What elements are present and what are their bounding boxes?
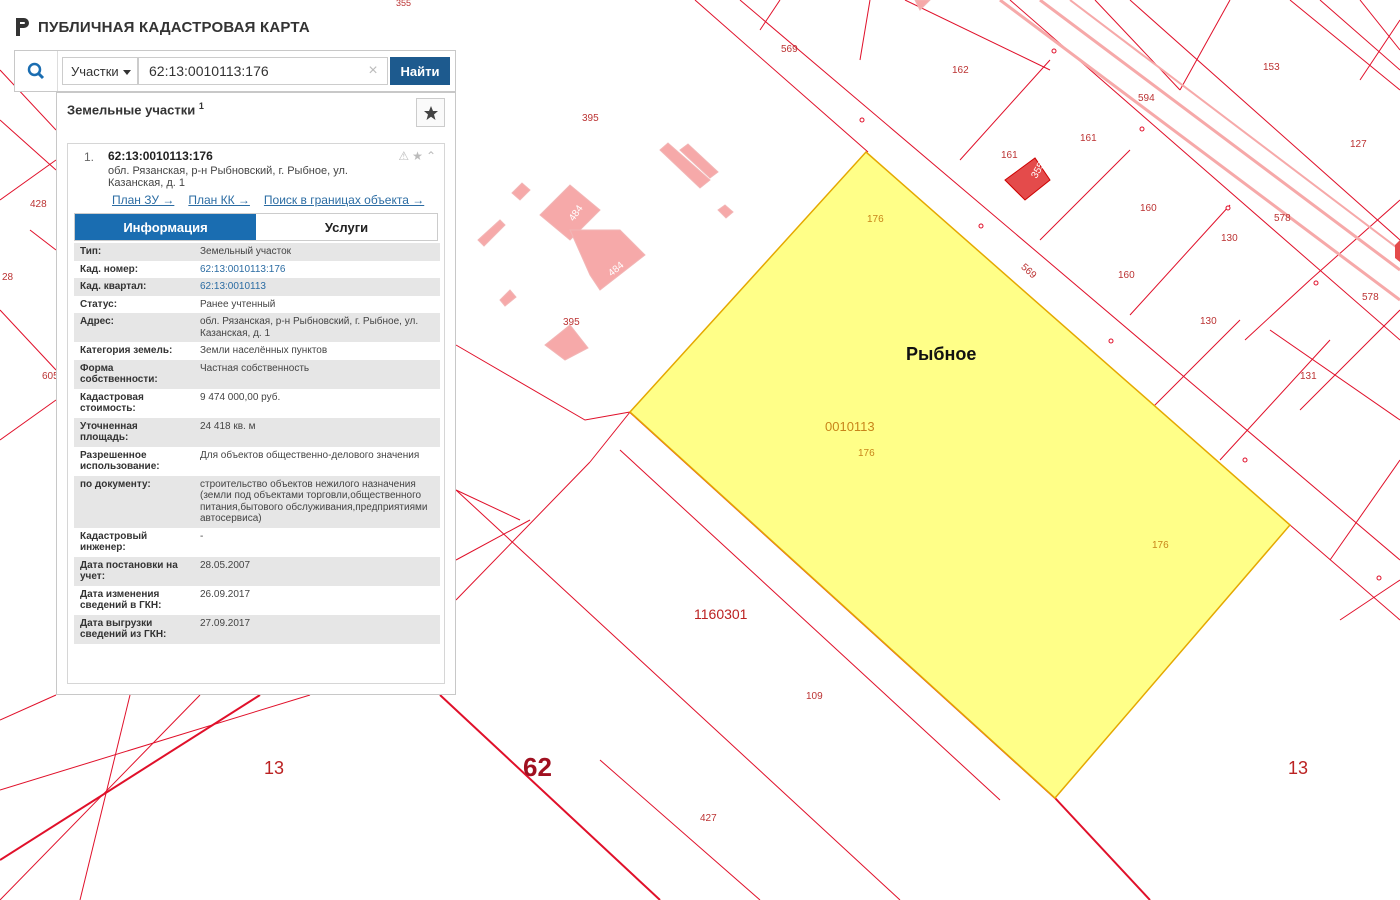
plan-kk-link[interactable]: План КК → <box>188 193 250 207</box>
warning-icon[interactable]: ⚠ <box>398 149 409 163</box>
star-icon <box>423 105 438 120</box>
tab-services[interactable]: Услуги <box>256 214 437 240</box>
info-key: Кадастровый инженер: <box>74 527 194 557</box>
info-key: Кад. номер: <box>74 260 194 278</box>
info-value: обл. Рязанская, р-н Рыбновский, г. Рыбно… <box>194 313 440 342</box>
info-value[interactable]: 62:13:0010113:176 <box>194 260 440 278</box>
info-row: Дата выгрузки сведений из ГКН: 27.09.2017 <box>74 614 440 644</box>
result-count: 1 <box>198 101 204 111</box>
card-tools: ⚠ ★ ⌃ <box>398 149 436 163</box>
info-table: Тип: Земельный участок Кад. номер: 62:13:00… <box>74 243 440 644</box>
info-key: Уточненная площадь: <box>74 417 194 447</box>
favorite-button[interactable] <box>416 98 445 127</box>
info-row: Кадастровая стоимость: 9 474 000,00 руб. <box>74 388 440 418</box>
info-key: Форма собственности: <box>74 359 194 389</box>
info-key: Кадастровая стоимость: <box>74 388 194 418</box>
chevron-up-icon[interactable]: ⌃ <box>426 149 436 163</box>
search-in-bounds-link[interactable]: Поиск в границах объекта → <box>264 193 424 207</box>
info-row: Дата изменения сведений в ГКН: 26.09.2017 <box>74 585 440 615</box>
info-row: Адрес: обл. Рязанская, р-н Рыбновский, г.… <box>74 313 440 342</box>
info-row: Тип: Земельный участок <box>74 243 440 261</box>
info-value[interactable]: 62:13:0010113 <box>194 278 440 296</box>
info-row: Статус: Ранее учтенный <box>74 295 440 313</box>
info-value: Частная собственность <box>194 359 440 389</box>
info-value: Земли населённых пунктов <box>194 342 440 360</box>
info-row: Категория земель: Земли населённых пункто… <box>74 342 440 360</box>
info-value: 28.05.2007 <box>194 556 440 586</box>
info-key: Кад. квартал: <box>74 278 194 296</box>
info-key: Тип: <box>74 243 194 261</box>
info-value: - <box>194 527 440 557</box>
info-key: Дата постановки на учет: <box>74 556 194 586</box>
info-value: 24 418 кв. м <box>194 417 440 447</box>
result-panel: Земельные участки 1 1. 62:13:0010113:176… <box>56 92 456 695</box>
info-value: 9 474 000,00 руб. <box>194 388 440 418</box>
info-row: Разрешенное использование: Для объектов о… <box>74 446 440 476</box>
find-button[interactable]: Найти <box>390 57 450 85</box>
info-value: Земельный участок <box>194 243 440 261</box>
info-value: строительство объектов нежилого назначен… <box>194 475 440 528</box>
result-card: 1. 62:13:0010113:176 обл. Рязанская, р-н… <box>67 143 445 684</box>
layer-select-value: Участки <box>71 63 119 79</box>
info-row: Кад. номер: 62:13:0010113:176 <box>74 260 440 278</box>
search-bar: Участки × Найти <box>14 50 456 92</box>
info-row: по документу: строительство объектов нежи… <box>74 475 440 528</box>
app-title: ПУБЛИЧНАЯ КАДАСТРОВАЯ КАРТА <box>38 18 310 36</box>
info-key: Адрес: <box>74 313 194 342</box>
layer-select[interactable]: Участки <box>62 57 138 85</box>
result-index: 1. <box>84 150 95 164</box>
search-input[interactable] <box>138 57 388 85</box>
info-row: Дата постановки на учет: 28.05.2007 <box>74 556 440 586</box>
info-value: Для объектов общественно-делового значен… <box>194 446 440 476</box>
tab-info[interactable]: Информация <box>75 214 256 240</box>
tabs: Информация Услуги <box>74 213 438 241</box>
star-icon[interactable]: ★ <box>412 149 423 163</box>
info-value: 26.09.2017 <box>194 585 440 615</box>
info-row: Уточненная площадь: 24 418 кв. м <box>74 417 440 447</box>
panel-title: Земельные участки 1 <box>67 101 204 117</box>
info-key: Дата изменения сведений в ГКН: <box>74 585 194 615</box>
clear-icon[interactable]: × <box>365 61 381 81</box>
info-key: Категория земель: <box>74 342 194 360</box>
chevron-down-icon <box>123 70 131 75</box>
selected-parcel[interactable] <box>628 150 1292 800</box>
info-row: Форма собственности: Частная собственност… <box>74 359 440 389</box>
info-value: 27.09.2017 <box>194 614 440 644</box>
logo-icon <box>16 18 29 36</box>
app-header: ПУБЛИЧНАЯ КАДАСТРОВАЯ КАРТА <box>14 14 310 40</box>
map-label-575: 355 <box>396 0 411 8</box>
plan-zu-link[interactable]: План ЗУ → <box>112 193 174 207</box>
search-icon[interactable] <box>15 51 58 91</box>
info-key: Статус: <box>74 295 194 313</box>
info-value: Ранее учтенный <box>194 295 440 313</box>
building-355 <box>1004 157 1051 201</box>
info-row: Кад. квартал: 62:13:0010113 <box>74 278 440 296</box>
info-key: Дата выгрузки сведений из ГКН: <box>74 614 194 644</box>
panel-title-text: Земельные участки <box>67 102 196 118</box>
result-address: обл. Рязанская, р-н Рыбновский, г. Рыбно… <box>108 165 348 189</box>
info-key: Разрешенное использование: <box>74 446 194 476</box>
info-key: по документу: <box>74 475 194 528</box>
result-links: План ЗУ → План КК → Поиск в границах объ… <box>112 193 424 207</box>
info-row: Кадастровый инженер: - <box>74 527 440 557</box>
result-cadastral-number[interactable]: 62:13:0010113:176 <box>108 149 213 163</box>
